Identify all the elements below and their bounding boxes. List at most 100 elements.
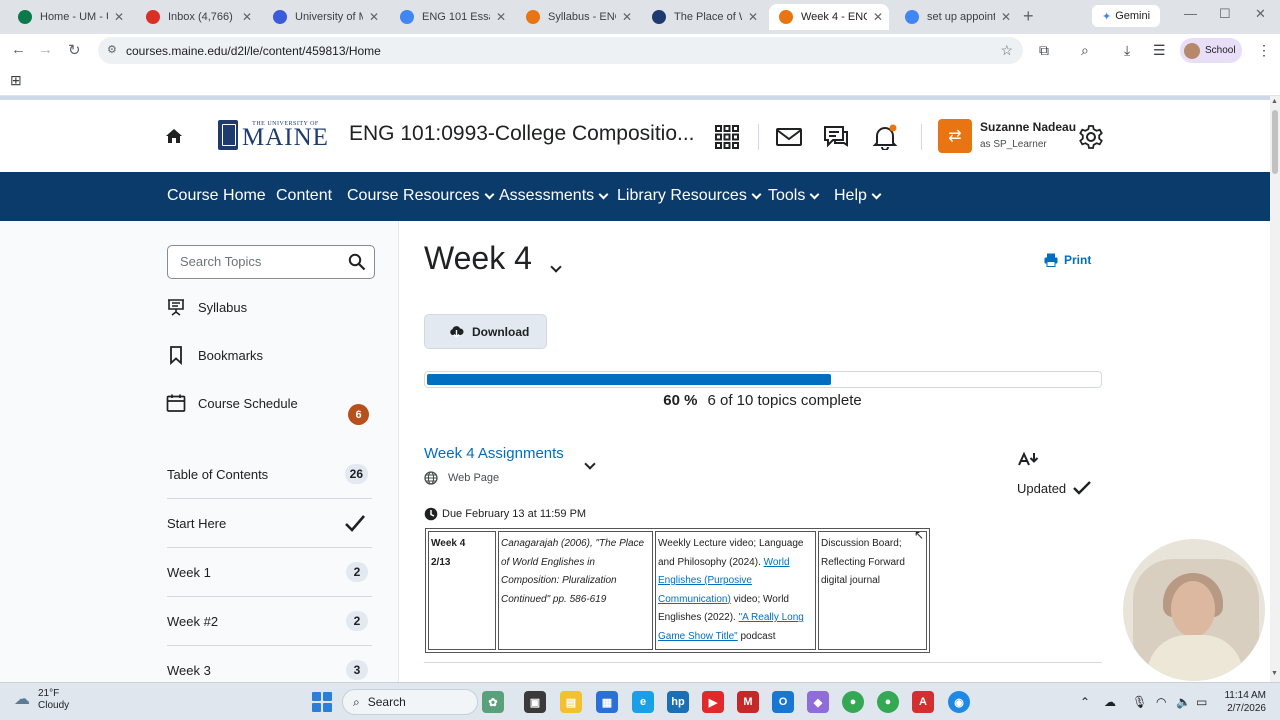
chevron-down-icon[interactable] (584, 458, 596, 470)
d2l-header: THE UNIVERSITY OF MAINE ENG 101:0993-Col… (0, 100, 1270, 172)
wifi-icon[interactable]: ◠ (1156, 695, 1166, 709)
tab-close-icon[interactable]: ✕ (1001, 10, 1011, 24)
tab-close-icon[interactable]: ✕ (496, 10, 506, 24)
acrobat-icon[interactable]: A (912, 691, 934, 713)
download-icon[interactable]: ⤓ (1124, 42, 1130, 59)
edge-icon[interactable]: e (632, 691, 654, 713)
system-clock[interactable]: 11:14 AM 2/7/2026 (1214, 689, 1266, 715)
back-icon[interactable]: ← (11, 41, 26, 58)
user-name[interactable]: Suzanne Nadeau (980, 120, 1076, 134)
mcafee-icon[interactable]: M (737, 691, 759, 713)
nav-item-course-home[interactable]: Course Home (167, 187, 266, 205)
page-scrollbar[interactable]: ▲ ▼ (1270, 96, 1280, 682)
url-field[interactable]: ⚙ courses.maine.edu/d2l/le/content/45981… (98, 37, 1023, 64)
nav-item-help[interactable]: Help (834, 187, 882, 205)
tab-close-icon[interactable]: ✕ (622, 10, 632, 24)
nav-item-content[interactable]: Content (276, 187, 332, 205)
profile-label: School (1205, 45, 1236, 56)
copilot-app-icon[interactable]: ✿ (482, 691, 504, 713)
tab-close-icon[interactable]: ✕ (242, 10, 252, 24)
menu-icon[interactable]: ⋮ (1257, 42, 1271, 59)
gemini-button[interactable]: ✦ Gemini (1092, 5, 1161, 27)
table-cell-lecture: Weekly Lecture video; Language and Philo… (655, 531, 816, 650)
hp-icon[interactable]: hp (667, 691, 689, 713)
mail-icon[interactable] (776, 124, 802, 150)
home-icon[interactable] (165, 127, 183, 145)
toc-item-week-3[interactable]: Week 3 3 (167, 646, 372, 682)
user-avatar[interactable]: ⇄ (938, 119, 972, 153)
browser-tab[interactable]: ENG 101 Essay T ✕ (390, 4, 512, 30)
sidebar-link-syllabus[interactable]: Syllabus (166, 297, 247, 317)
completion-progress-bar (424, 371, 1102, 388)
tab-close-icon[interactable]: ✕ (369, 10, 379, 24)
tab-close-icon[interactable]: ✕ (748, 10, 758, 24)
windows-start-icon[interactable] (312, 692, 332, 712)
microphone-icon[interactable]: 🎙 (1132, 695, 1147, 709)
scroll-down-arrow-icon[interactable]: ▼ (1271, 670, 1278, 677)
nav-item-assessments[interactable]: Assessments (499, 187, 609, 205)
browser-tab[interactable]: University of Maine ✕ (263, 4, 385, 30)
print-button[interactable]: Print (1044, 253, 1091, 267)
nav-item-tools[interactable]: Tools (768, 187, 820, 205)
extensions-icon[interactable]: ⧉ (1039, 42, 1049, 59)
browser-tab[interactable]: Syllabus - ENG 1 ✕ (516, 4, 638, 30)
browser-tab[interactable]: Week 4 - ENG 1 ✕ (769, 4, 889, 30)
messages-icon[interactable] (823, 124, 849, 150)
taskbar-search[interactable]: ⌕ Search (342, 689, 478, 715)
course-selector-grid-icon[interactable] (714, 124, 740, 150)
youtube-icon[interactable]: ▶ (702, 691, 724, 713)
chrome-profile-icon[interactable]: ● (877, 691, 899, 713)
webcam-video-bubble[interactable] (1121, 537, 1267, 683)
notifications-bell-icon[interactable] (872, 124, 898, 150)
screen-recorder-icon[interactable]: ◉ (948, 691, 970, 713)
new-tab-button[interactable]: + (1023, 6, 1034, 27)
toc-item-week-2[interactable]: Week #2 2 (167, 597, 372, 646)
download-button[interactable]: Download (424, 314, 547, 349)
file-explorer-icon[interactable]: ▤ (560, 691, 582, 713)
outlook-icon[interactable]: O (772, 691, 794, 713)
toc-item-table-of-contents[interactable]: Table of Contents 26 (167, 450, 372, 499)
browser-tab[interactable]: Inbox (4,766) - s ✕ (136, 4, 258, 30)
chevron-down-icon[interactable] (550, 261, 562, 273)
umaine-logo[interactable]: THE UNIVERSITY OF MAINE (218, 120, 329, 150)
copilot-icon[interactable]: ◆ (807, 691, 829, 713)
toc-item-start-here[interactable]: Start Here (167, 499, 372, 548)
browser-tab[interactable]: The Place of Wo ✕ (642, 4, 764, 30)
volume-icon[interactable]: 🔈 (1176, 695, 1191, 709)
browser-tab[interactable]: Home - UM - UMaine ✕ (8, 4, 130, 30)
microsoft-store-icon[interactable]: ▦ (596, 691, 618, 713)
nav-item-course-resources[interactable]: Course Resources (347, 187, 494, 205)
tab-close-icon[interactable]: ✕ (873, 10, 883, 24)
chevron-down-icon (484, 189, 494, 199)
scrollbar-thumb[interactable] (1272, 110, 1278, 174)
tab-search-icon[interactable]: ⌕ (1081, 42, 1089, 59)
browser-tab[interactable]: set up appointm ✕ (895, 4, 1017, 30)
onedrive-icon[interactable]: ☁ (1104, 695, 1116, 709)
search-icon[interactable] (348, 253, 366, 271)
toc-item-week-1[interactable]: Week 1 2 (167, 548, 372, 597)
chrome-icon[interactable]: ● (842, 691, 864, 713)
settings-gear-icon[interactable] (1078, 124, 1104, 150)
topic-title-link[interactable]: Week 4 Assignments (424, 445, 564, 462)
sidebar-link-bookmarks[interactable]: Bookmarks (166, 345, 263, 365)
cloud-download-icon (450, 326, 464, 338)
nav-item-library-resources[interactable]: Library Resources (617, 187, 762, 205)
close-window-button[interactable]: ✕ (1255, 6, 1266, 22)
bookmark-star-icon[interactable]: ☆ (1000, 42, 1013, 59)
tab-close-icon[interactable]: ✕ (114, 10, 124, 24)
profile-button[interactable]: School (1180, 38, 1242, 63)
scroll-up-arrow-icon[interactable]: ▲ (1271, 98, 1278, 105)
weather-widget[interactable]: ☁ 21°F Cloudy (14, 688, 69, 712)
maximize-button[interactable]: ☐ (1219, 6, 1231, 22)
forward-icon[interactable]: → (38, 41, 53, 58)
task-view-icon[interactable]: ▣ (524, 691, 546, 713)
media-icon[interactable]: ☰ (1153, 42, 1166, 59)
apps-grid-icon[interactable]: ⊞ (10, 72, 22, 89)
reload-icon[interactable]: ↻ (68, 41, 81, 59)
site-info-icon[interactable]: ⚙ (107, 43, 117, 56)
battery-icon[interactable]: ▭ (1196, 695, 1207, 709)
tray-overflow-icon[interactable]: ⌃ (1080, 695, 1090, 709)
minimize-button[interactable]: — (1184, 6, 1197, 21)
course-title[interactable]: ENG 101:0993-College Compositio... (349, 122, 695, 146)
search-topics-input[interactable]: Search Topics (167, 245, 375, 279)
